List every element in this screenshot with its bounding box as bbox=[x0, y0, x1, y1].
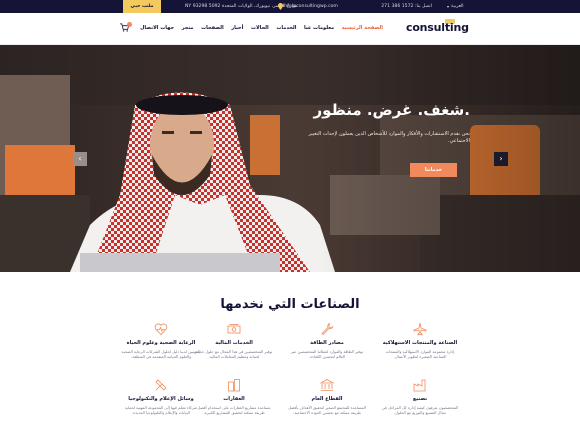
top-bar: ملتب حبي NY 93298 5092 شارع الجسر، نيويو… bbox=[0, 0, 580, 13]
slider-prev-button[interactable]: ‹ bbox=[73, 152, 87, 166]
chevron-right-icon: › bbox=[499, 154, 503, 163]
nav-item-about[interactable]: معلومات عنا bbox=[304, 25, 334, 31]
main-nav: consulting الصفحة الرئيسية معلومات عنا ا… bbox=[0, 13, 580, 45]
tools-icon bbox=[155, 379, 167, 391]
industry-card-title: الصناعة والمنتجات الاستهلاكية bbox=[382, 340, 458, 346]
wrench-icon bbox=[321, 322, 334, 336]
industry-card[interactable]: تصنيع المتخصصون يعرفون كيفية إدارة كل ال… bbox=[380, 378, 460, 415]
industry-card-desc: إدارة مجموعة الموارد الاستهلاكية والمنتج… bbox=[385, 349, 455, 359]
nav-item-cases[interactable]: الحالات bbox=[251, 25, 269, 31]
industry-card-title: تصنيع bbox=[412, 396, 428, 402]
industry-card-desc: المهنيين لدينا دليل لحلول الشركات الرعاي… bbox=[121, 349, 201, 359]
industry-card-title: الرعاية الصحية وعلوم الحياة bbox=[126, 340, 196, 346]
money-icon bbox=[227, 324, 241, 334]
chevron-left-icon: ‹ bbox=[78, 154, 82, 163]
slider-next-button[interactable]: › bbox=[494, 152, 508, 166]
cart-count-badge bbox=[127, 22, 132, 27]
industry-card-desc: مساعدة مشاريع العقارات على استخدام أفضل … bbox=[197, 405, 271, 415]
chevron-down-icon: ▾ bbox=[447, 4, 450, 9]
top-cta-button[interactable]: ملتب حبي bbox=[123, 0, 161, 13]
factory-icon bbox=[413, 379, 426, 392]
nav-item-services[interactable]: الخدمات bbox=[276, 25, 296, 31]
industry-card-title: العقارات bbox=[223, 396, 245, 402]
industry-card[interactable]: مصادر الطاقة توفير الطاقة والموارد لعملا… bbox=[287, 322, 367, 359]
hero-title: شغف. غرض. منظور. bbox=[313, 101, 470, 119]
industry-card-desc: المتخصصون يعرفون كيفية إدارة كل المراحل … bbox=[381, 405, 459, 415]
industry-card-title: مصادر الطاقة bbox=[310, 340, 344, 346]
hero-subtitle: نحن نقدم الاستشارات والأفكار والموارد لل… bbox=[308, 131, 470, 144]
nav-item-news[interactable]: أخبار bbox=[231, 25, 243, 31]
nav-item-home[interactable]: الصفحة الرئيسية bbox=[342, 25, 383, 31]
nav-item-shop[interactable]: متجر bbox=[182, 25, 194, 31]
industry-card[interactable]: العقارات مساعدة مشاريع العقارات على استخ… bbox=[194, 378, 274, 415]
industry-card-desc: المساعدة للمجتمع الصغير لتحقيق الأهداف ب… bbox=[288, 405, 366, 415]
heart-pulse-icon bbox=[154, 323, 168, 336]
industry-card-desc: شركاء نتعلم فيها إلى المجموعة المهنية لح… bbox=[124, 405, 198, 415]
industry-card[interactable]: الرعاية الصحية وعلوم الحياة المهنيين لدي… bbox=[121, 322, 201, 359]
industry-card-title: القطاع العام bbox=[311, 396, 343, 402]
logo[interactable]: consulting bbox=[406, 21, 469, 34]
nav-item-pages[interactable]: الصفحات bbox=[201, 25, 224, 31]
industry-card[interactable]: الصناعة والمنتجات الاستهلاكية إدارة مجمو… bbox=[380, 322, 460, 359]
industry-card-desc: توفير المتخصصين في هذا المجال مع حلول حد… bbox=[195, 349, 273, 359]
buildings-icon bbox=[228, 379, 240, 392]
industry-card[interactable]: القطاع العام المساعدة للمجتمع الصغير لتح… bbox=[287, 378, 367, 415]
building-icon bbox=[320, 379, 334, 391]
nav-menu: الصفحة الرئيسية معلومات عنا الخدمات الحا… bbox=[140, 25, 383, 31]
hero-services-button[interactable]: خدماتنا bbox=[410, 163, 457, 177]
industry-card[interactable]: الخدمات المالية توفير المتخصصين في هذا ا… bbox=[194, 322, 274, 359]
industries-title: الصناعات التي نخدمها bbox=[220, 297, 360, 312]
nav-item-contacts[interactable]: جهات الاتصال bbox=[140, 25, 174, 31]
language-selector[interactable]: العربية ▾ bbox=[447, 4, 464, 9]
industry-card-title: الخدمات المالية bbox=[215, 340, 253, 346]
phone-text: اتصل بنا: 1572 386 271 bbox=[381, 4, 432, 9]
plane-icon bbox=[413, 322, 427, 336]
industry-card[interactable]: وسائل الإعلام والتكنولوجيا شركاء نتعلم ف… bbox=[121, 378, 201, 415]
industry-card-desc: توفير الطاقة والموارد لعملائنا المتخصصين… bbox=[290, 349, 364, 359]
hero-slider: ‹ › شغف. غرض. منظور. نحن نقدم الاستشارات… bbox=[0, 45, 580, 272]
industry-card-title: وسائل الإعلام والتكنولوجيا bbox=[128, 396, 194, 402]
language-label: العربية bbox=[451, 4, 464, 9]
hero-background-image bbox=[0, 45, 580, 272]
email-link[interactable]: info@consultingwp.com bbox=[283, 4, 338, 9]
